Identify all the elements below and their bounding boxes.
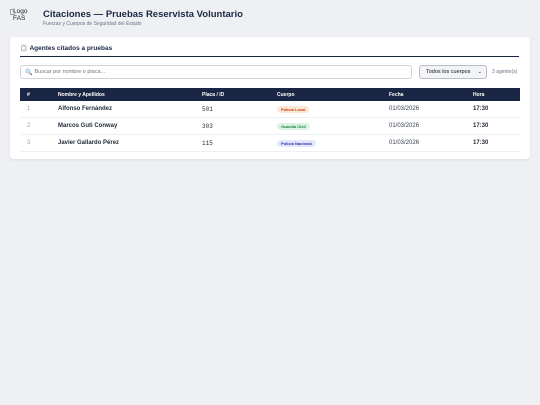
row-number: 3 (20, 134, 58, 152)
table-row[interactable]: 2 Marcos Guti Conway 303 Guardia Civil 0… (20, 117, 520, 135)
row-number: 1 (20, 101, 58, 118)
table-row[interactable]: 1 Alfonso Fernández 501 Policía Local 01… (20, 101, 520, 118)
body-cell: Guardia Civil (277, 117, 389, 135)
body-badge: Policía Local (277, 105, 310, 113)
agent-hour: 17:30 (473, 101, 520, 118)
col-header-hour[interactable]: Hora (473, 88, 520, 101)
search-icon: 🔍 (25, 69, 33, 76)
body-cell: Policía Local (277, 101, 389, 118)
agent-hour: 17:30 (473, 117, 520, 135)
logo-image: Logo FAS (10, 8, 39, 28)
body-cell: Policía Nacional (277, 134, 389, 152)
logo-alt-text: Logo FAS (13, 8, 28, 22)
search-input[interactable] (34, 69, 395, 75)
agent-hour: 17:30 (473, 134, 520, 152)
broken-image-icon (10, 9, 15, 15)
agent-date: 01/03/2026 (389, 101, 473, 118)
body-badge: Policía Nacional (277, 139, 316, 147)
page-subtitle: Fuerzas y Cuerpos de Seguridad del Estad… (43, 21, 142, 27)
col-header-date[interactable]: Fecha (389, 88, 473, 101)
card-divider (20, 56, 519, 57)
agent-date: 01/03/2026 (389, 117, 473, 135)
row-number: 2 (20, 117, 58, 135)
col-header-name[interactable]: Nombre y Apellidos (58, 88, 202, 101)
agents-count: 3 agente(s) (492, 69, 518, 75)
card-title-label: Agentes citados a pruebas (29, 45, 113, 52)
col-header-body[interactable]: Cuerpo (277, 88, 389, 101)
body-badge: Guardia Civil (277, 122, 310, 130)
agent-name: Javier Gallardo Pérez (58, 134, 202, 152)
body-filter-value: Todos los cuerpos (426, 69, 471, 75)
agents-table: # Nombre y Apellidos Placa / ID Cuerpo F… (20, 88, 520, 152)
body-filter-select[interactable]: Todos los cuerpos ⌄ (419, 65, 487, 79)
col-header-plate[interactable]: Placa / ID (202, 88, 277, 101)
agent-plate: 115 (202, 134, 277, 152)
page-header: Logo FAS Citaciones — Pruebas Reservista… (0, 0, 540, 36)
col-header-number[interactable]: # (20, 88, 58, 101)
table-row[interactable]: 3 Javier Gallardo Pérez 115 Policía Naci… (20, 134, 520, 152)
agent-name: Alfonso Fernández (58, 101, 202, 118)
chevron-down-icon: ⌄ (477, 69, 482, 75)
page-title: Citaciones — Pruebas Reservista Voluntar… (43, 9, 243, 20)
agents-card: 📋 Agentes citados a pruebas 🔍 Todos los … (10, 37, 530, 159)
card-title: 📋 Agentes citados a pruebas (20, 45, 112, 52)
agent-plate: 501 (202, 101, 277, 118)
agent-date: 01/03/2026 (389, 134, 473, 152)
agent-name: Marcos Guti Conway (58, 117, 202, 135)
agent-plate: 303 (202, 117, 277, 135)
search-field[interactable]: 🔍 (20, 65, 412, 79)
clipboard-icon: 📋 (20, 46, 28, 52)
table-header-row: # Nombre y Apellidos Placa / ID Cuerpo F… (20, 88, 520, 101)
